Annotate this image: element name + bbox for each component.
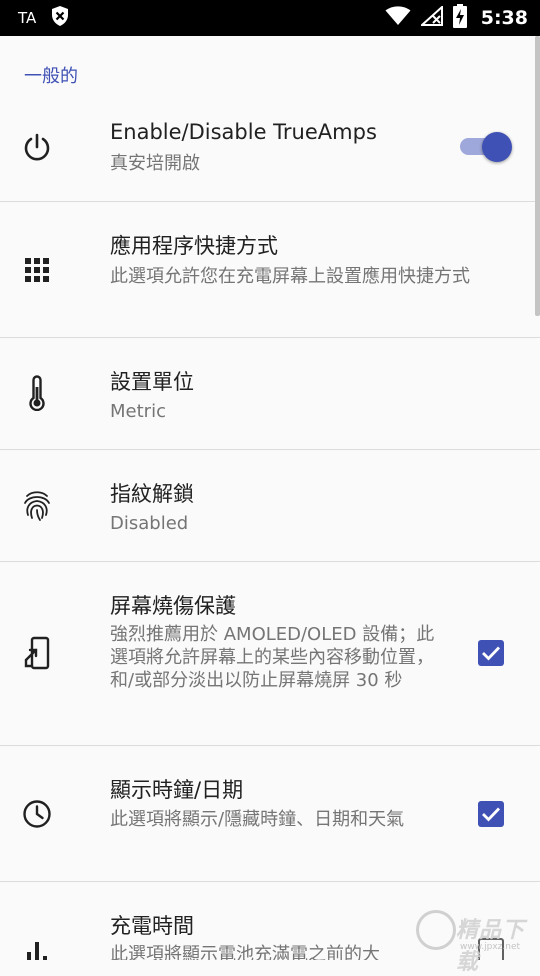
- trueamps-switch[interactable]: [460, 132, 514, 162]
- switch-thumb: [482, 132, 512, 162]
- setting-show-clock-date[interactable]: 顯示時鐘/日期 此選項將顯示/隱藏時鐘、日期和天氣: [0, 746, 540, 881]
- clock-icon: [20, 797, 54, 831]
- bar-chart-icon: [20, 936, 54, 960]
- clock-time: 5:38: [480, 7, 528, 29]
- setting-title: Enable/Disable TrueAmps: [110, 120, 377, 144]
- setting-title: 屏幕燒傷保護: [110, 594, 236, 618]
- apps-grid-icon: [20, 253, 54, 287]
- show-clock-checkbox[interactable]: [478, 801, 504, 827]
- setting-fingerprint-unlock[interactable]: 指紋解鎖 Disabled: [0, 450, 540, 561]
- status-bar: TA 5:38: [0, 0, 540, 36]
- setting-title: 指紋解鎖: [110, 482, 194, 506]
- carrier-label: TA: [18, 9, 37, 27]
- thermometer-icon: [20, 375, 54, 411]
- fingerprint-icon: [20, 488, 54, 522]
- shield-icon: [50, 5, 70, 31]
- wifi-icon: [385, 6, 411, 30]
- burn-in-checkbox[interactable]: [478, 640, 504, 666]
- setting-title: 應用程序快捷方式: [110, 234, 278, 258]
- no-signal-icon: [419, 4, 443, 30]
- setting-enable-trueamps[interactable]: Enable/Disable TrueAmps 真安培開啟: [0, 104, 540, 200]
- setting-summary: 真安培開啟: [110, 153, 200, 174]
- scrollbar[interactable]: [535, 36, 540, 316]
- battery-charging-icon: [452, 4, 467, 32]
- setting-summary: Disabled: [110, 513, 189, 534]
- screen-rotation-icon: [20, 636, 54, 670]
- setting-app-shortcuts[interactable]: 應用程序快捷方式 此選項允許您在充電屏幕上設置應用快捷方式: [0, 202, 540, 337]
- setting-summary: 強烈推薦用於 AMOLED/OLED 設備；此選項將允許屏幕上的某些內容移動位置…: [110, 624, 435, 691]
- setting-summary: 此選項將顯示電池充滿電之前的大: [110, 944, 380, 960]
- watermark: 精品下载 www.jpxz.net: [416, 906, 540, 975]
- section-header: 一般的: [24, 66, 78, 87]
- check-icon: [482, 646, 501, 661]
- setting-summary: 此選項允許您在充電屏幕上設置應用快捷方式: [110, 266, 470, 287]
- setting-title: 設置單位: [110, 370, 194, 394]
- setting-summary: Metric: [110, 401, 166, 422]
- setting-title: 顯示時鐘/日期: [110, 778, 244, 802]
- check-icon: [482, 807, 501, 822]
- watermark-logo-icon: [416, 910, 456, 950]
- setting-burn-in-protection[interactable]: 屏幕燒傷保護 強烈推薦用於 AMOLED/OLED 設備；此選項將允許屏幕上的某…: [0, 562, 540, 744]
- power-icon: [20, 130, 54, 164]
- setting-summary: 此選項將顯示/隱藏時鐘、日期和天氣: [110, 809, 405, 830]
- setting-units[interactable]: 設置單位 Metric: [0, 338, 540, 449]
- watermark-url: www.jpxz.net: [460, 942, 521, 952]
- setting-title: 充電時間: [110, 914, 194, 938]
